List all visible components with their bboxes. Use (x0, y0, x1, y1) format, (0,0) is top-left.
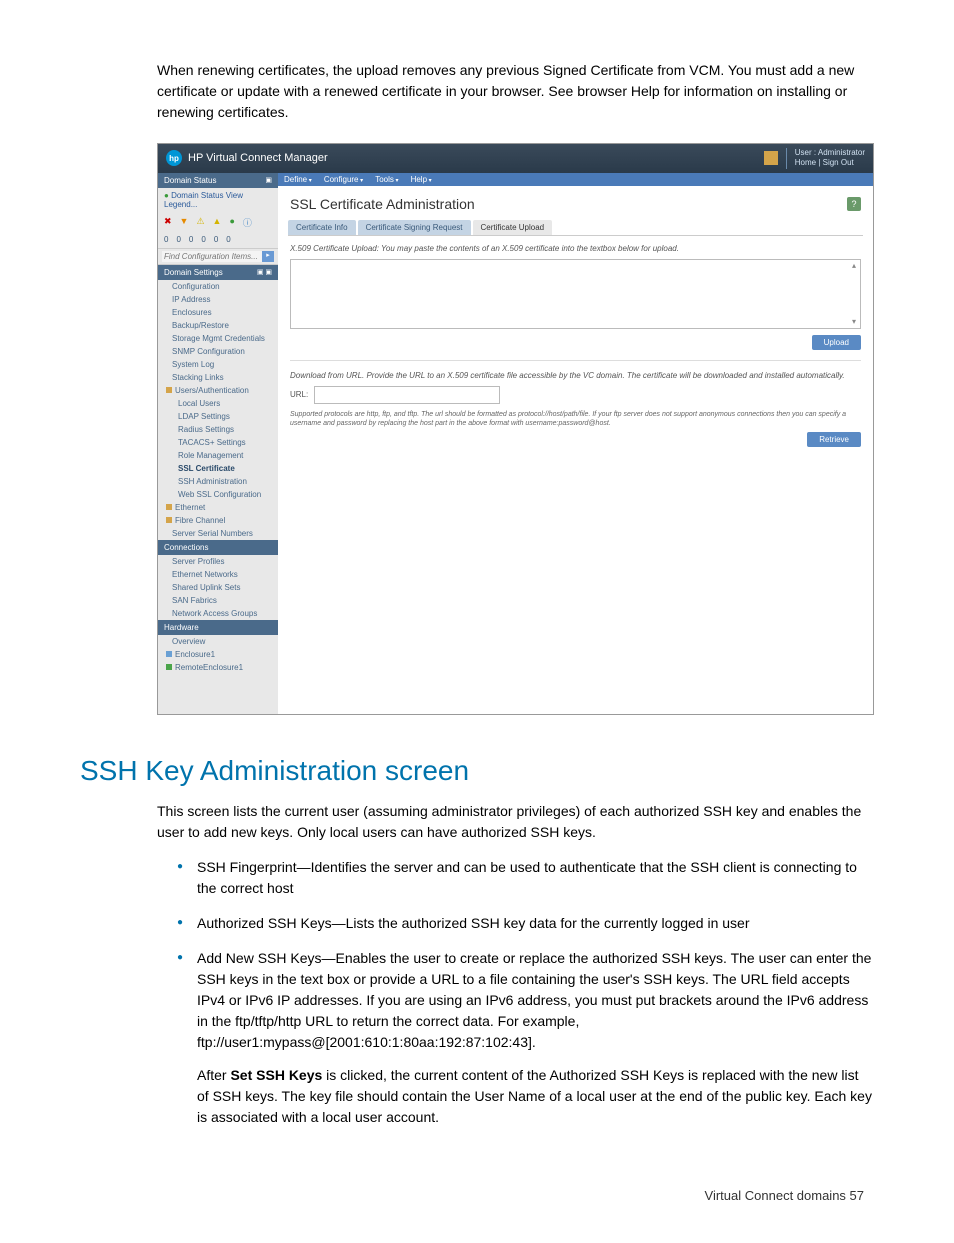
nav-server-profiles[interactable]: Server Profiles (158, 555, 278, 568)
connections-header[interactable]: Connections (158, 540, 278, 555)
cert-textarea[interactable] (290, 259, 861, 329)
domain-settings-header[interactable]: Domain Settings ▣ ▣ (158, 265, 278, 280)
domain-status-header[interactable]: Domain Status ▣ (158, 173, 278, 188)
intro-paragraph: When renewing certificates, the upload r… (80, 60, 874, 123)
count-1: 0 (176, 235, 180, 244)
section-heading: SSH Key Administration screen (80, 755, 874, 787)
home-icon[interactable] (764, 151, 778, 165)
ok-icon: ● (229, 216, 234, 229)
nav-web-ssl[interactable]: Web SSL Configuration (158, 488, 278, 501)
nav-snmp[interactable]: SNMP Configuration (158, 345, 278, 358)
nav-san-fabrics[interactable]: SAN Fabrics (158, 594, 278, 607)
settings-icons[interactable]: ▣ ▣ (257, 268, 272, 276)
warning-icon: ⚠ (196, 216, 204, 229)
search-go-icon[interactable]: ▸ (262, 251, 274, 262)
nav-tacacs[interactable]: TACACS+ Settings (158, 436, 278, 449)
list-item-authorized-keys: Authorized SSH Keys—Lists the authorized… (177, 913, 874, 934)
main-content: Define Configure Tools Help SSL Certific… (278, 173, 873, 714)
count-3: 0 (201, 235, 205, 244)
domain-status-links[interactable]: Domain Status View Legend... (164, 191, 243, 209)
tab-cert-upload[interactable]: Certificate Upload (473, 220, 553, 235)
nav-remote-enclosure[interactable]: RemoteEnclosure1 (158, 661, 278, 674)
url-label: URL: (290, 390, 308, 399)
app-title: HP Virtual Connect Manager (188, 152, 328, 164)
tab-bar: Certificate Info Certificate Signing Req… (278, 220, 873, 235)
protocols-note: Supported protocols are http, ftp, and t… (290, 410, 861, 428)
nav-ethernet[interactable]: Ethernet (158, 501, 278, 514)
nav-enclosure1[interactable]: Enclosure1 (158, 648, 278, 661)
nav-ssh-admin[interactable]: SSH Administration (158, 475, 278, 488)
scroll-down-icon[interactable]: ▾ (849, 317, 859, 327)
nav-storage-creds[interactable]: Storage Mgmt Credentials (158, 332, 278, 345)
url-input[interactable] (314, 386, 500, 404)
menu-tools[interactable]: Tools (375, 175, 398, 184)
tab-content: X.509 Certificate Upload: You may paste … (288, 235, 863, 635)
help-icon[interactable]: ? (847, 197, 861, 211)
retrieve-button[interactable]: Retrieve (807, 432, 861, 447)
tab-cert-info[interactable]: Certificate Info (288, 220, 356, 235)
sidebar-search[interactable]: ▸ (158, 248, 278, 265)
nav-role-mgmt[interactable]: Role Management (158, 449, 278, 462)
search-input[interactable] (162, 251, 262, 262)
menu-define[interactable]: Define (284, 175, 312, 184)
count-4: 0 (214, 235, 218, 244)
count-5: 0 (226, 235, 230, 244)
download-description: Download from URL. Provide the URL to an… (290, 371, 861, 380)
upload-button[interactable]: Upload (812, 335, 861, 350)
menu-help[interactable]: Help (411, 175, 432, 184)
tab-csr[interactable]: Certificate Signing Request (358, 220, 471, 235)
hardware-header[interactable]: Hardware (158, 620, 278, 635)
error-icon: ✖ (164, 216, 172, 229)
nav-shared-uplink[interactable]: Shared Uplink Sets (158, 581, 278, 594)
page-footer: Virtual Connect domains 57 (80, 1188, 874, 1203)
info-icon: ⓘ (243, 216, 252, 229)
feature-list: SSH Fingerprint—Identifies the server an… (157, 857, 874, 1128)
status-icon-row: ✖ ▼ ⚠ ▲ ● ⓘ 0 0 0 0 0 0 (158, 212, 278, 248)
nav-ssl-cert[interactable]: SSL Certificate (158, 462, 278, 475)
nav-radius[interactable]: Radius Settings (158, 423, 278, 436)
nav-local-users[interactable]: Local Users (158, 397, 278, 410)
nav-configuration[interactable]: Configuration (158, 280, 278, 293)
nav-ldap[interactable]: LDAP Settings (158, 410, 278, 423)
app-header: hp HP Virtual Connect Manager User : Adm… (158, 144, 873, 173)
upload-description: X.509 Certificate Upload: You may paste … (290, 244, 861, 253)
nav-stacking-links[interactable]: Stacking Links (158, 371, 278, 384)
vcm-screenshot: hp HP Virtual Connect Manager User : Adm… (157, 143, 874, 715)
alert-icon: ▼ (180, 216, 189, 229)
page-title: SSL Certificate Administration (290, 196, 475, 212)
user-label: User : Administrator (795, 148, 865, 158)
caution-icon: ▲ (213, 216, 222, 229)
header-links[interactable]: Home | Sign Out (795, 158, 865, 168)
nav-users-auth[interactable]: Users/Authentication (158, 384, 278, 397)
list-item-add-keys: Add New SSH Keys—Enables the user to cre… (177, 948, 874, 1128)
nav-enclosures[interactable]: Enclosures (158, 306, 278, 319)
list-item-fingerprint: SSH Fingerprint—Identifies the server an… (177, 857, 874, 899)
nav-system-log[interactable]: System Log (158, 358, 278, 371)
nav-fibre[interactable]: Fibre Channel (158, 514, 278, 527)
sidebar: Domain Status ▣ ● Domain Status View Leg… (158, 173, 278, 714)
count-0: 0 (164, 235, 168, 244)
menubar[interactable]: Define Configure Tools Help (278, 173, 873, 186)
intro-para: This screen lists the current user (assu… (157, 801, 874, 843)
set-ssh-keys-bold: Set SSH Keys (230, 1067, 322, 1083)
nav-serial[interactable]: Server Serial Numbers (158, 527, 278, 540)
nav-overview[interactable]: Overview (158, 635, 278, 648)
nav-ip-address[interactable]: IP Address (158, 293, 278, 306)
scroll-up-icon[interactable]: ▴ (849, 261, 859, 271)
collapse-icon[interactable]: ▣ (265, 176, 272, 184)
hp-logo-icon: hp (166, 150, 182, 166)
nav-net-access[interactable]: Network Access Groups (158, 607, 278, 620)
count-2: 0 (189, 235, 193, 244)
nav-backup-restore[interactable]: Backup/Restore (158, 319, 278, 332)
menu-configure[interactable]: Configure (324, 175, 363, 184)
nav-eth-networks[interactable]: Ethernet Networks (158, 568, 278, 581)
